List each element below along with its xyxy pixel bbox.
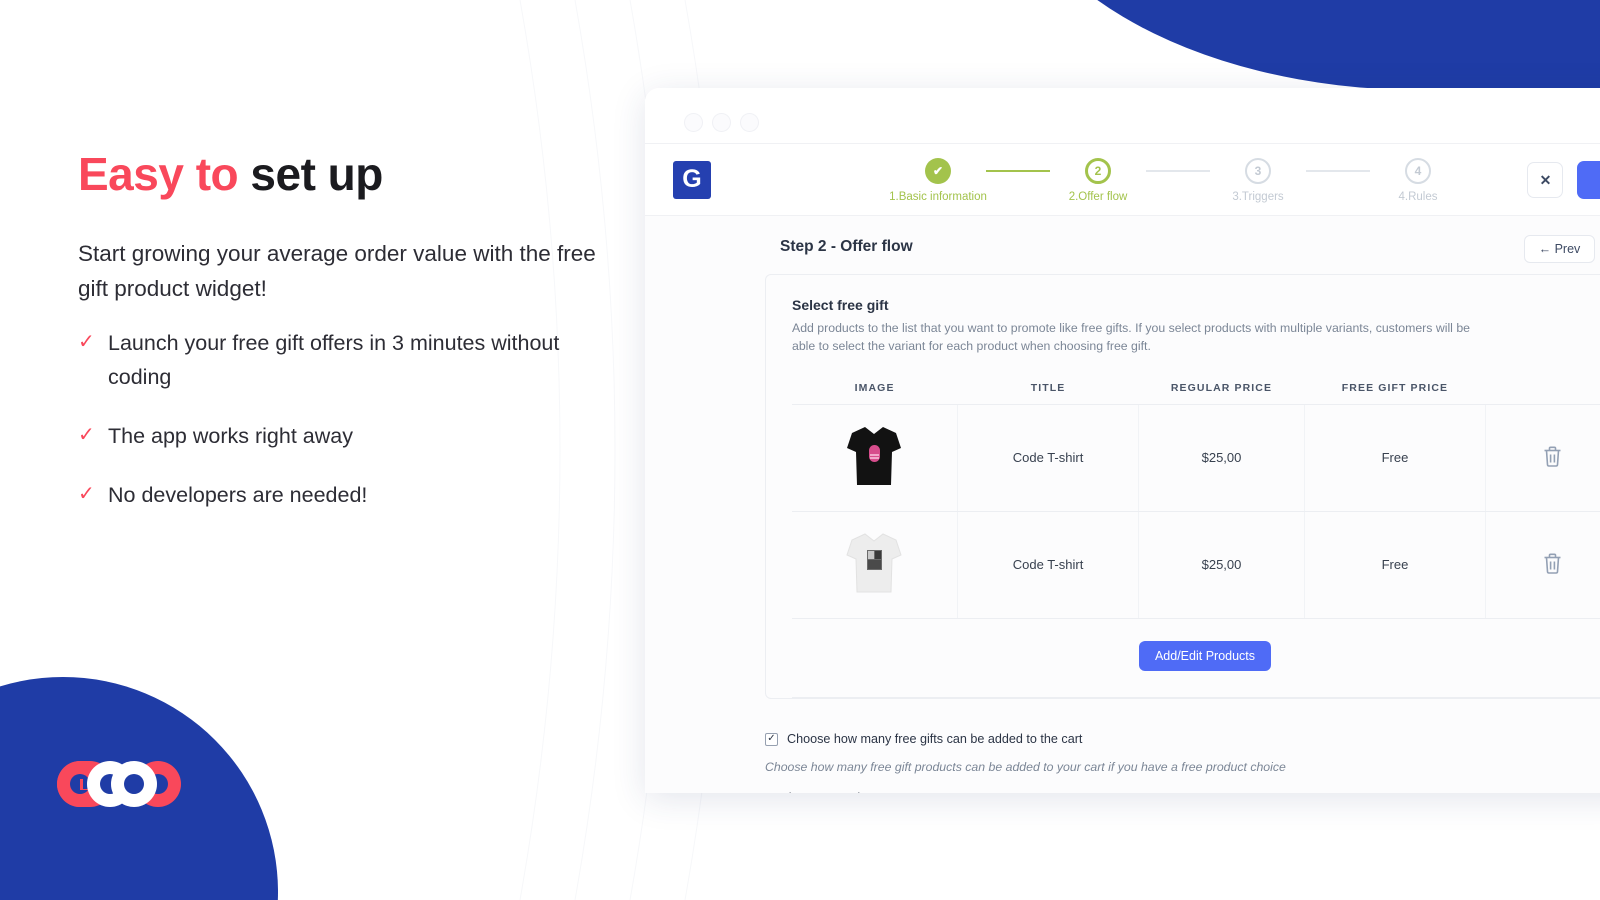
window-dot-close-icon[interactable]	[685, 114, 702, 131]
check-icon: ✓	[78, 423, 95, 446]
wizard-nav: ← Prev Next →	[1523, 235, 1600, 263]
publish-button[interactable]: Publish	[1577, 161, 1600, 199]
headline-accent: Easy to	[78, 148, 239, 200]
cell-actions	[1485, 511, 1600, 619]
cell-regular-price: $25,00	[1138, 511, 1305, 619]
checkbox-label: Choose how many free gifts can be added …	[787, 732, 1083, 746]
step-heading: Step 2 - Offer flow	[780, 238, 913, 255]
list-item: ✓ Launch your free gift offers in 3 minu…	[78, 327, 598, 395]
cell-image	[792, 404, 958, 512]
white-tshirt-icon	[844, 528, 904, 601]
stepper-connector	[1146, 170, 1210, 172]
panel-title: Select free gift	[792, 297, 889, 313]
page-title: Easy to set up	[78, 148, 383, 201]
check-icon: ✓	[78, 331, 95, 353]
gooo-logo	[50, 755, 210, 813]
cell-title: Code T-shirt	[956, 511, 1139, 619]
add-edit-products-button[interactable]: Add/Edit Products	[1138, 640, 1272, 671]
check-icon: ✓	[78, 482, 95, 505]
list-item-label: Launch your free gift offers in 3 minute…	[108, 331, 560, 389]
step-label: 1.Basic information	[889, 191, 987, 203]
app-header: G ✔ 1.Basic information 2 2.Offer flow 3…	[645, 143, 1600, 215]
list-item: ✓ No developers are needed!	[78, 479, 598, 513]
table-row: Code T-shirt $25,00 Free	[792, 511, 1600, 619]
cell-image	[792, 511, 958, 619]
select-free-gift-panel: Select free gift Add products to the lis…	[765, 274, 1600, 699]
prev-button[interactable]: ← Prev	[1523, 235, 1596, 263]
wizard-stepper: ✔ 1.Basic information 2 2.Offer flow 3 3…	[889, 158, 1466, 203]
stepper-step-1[interactable]: ✔ 1.Basic information	[889, 158, 987, 203]
step-label: 2.Offer flow	[1068, 191, 1128, 203]
table-row: Code T-shirt $25,00 Free	[792, 404, 1600, 512]
browser-window: G ✔ 1.Basic information 2 2.Offer flow 3…	[645, 88, 1600, 793]
window-dot-minimize-icon[interactable]	[713, 114, 730, 131]
panel-description: Add products to the list that you want t…	[792, 321, 1471, 354]
max-quantity-label: Maximum Quantity:	[765, 791, 1505, 793]
browser-titlebar	[645, 88, 1600, 143]
cell-free-gift-price: Free	[1303, 511, 1486, 619]
step-circle-done-icon: ✔	[925, 158, 951, 184]
table-header-row: IMAGE TITLE REGULAR PRICE FREE GIFT PRIC…	[792, 373, 1600, 405]
column-header-title: TITLE	[957, 373, 1139, 405]
column-header-free-gift-price: FREE GIFT PRICE	[1304, 373, 1486, 405]
add-products-row: Add/Edit Products	[792, 619, 1600, 698]
cell-title: Code T-shirt	[956, 404, 1139, 512]
window-dot-maximize-icon[interactable]	[741, 114, 758, 131]
stepper-step-3[interactable]: 3 3.Triggers	[1210, 158, 1306, 203]
stepper-connector	[986, 170, 1050, 172]
stepper-connector	[1306, 170, 1370, 172]
headline-rest: set up	[250, 148, 383, 200]
subheadline: Start growing your average order value w…	[78, 241, 596, 301]
option-help-text: Choose how many free gift products can b…	[765, 760, 1286, 774]
page-root: Easy to set up Start growing your averag…	[0, 0, 1600, 900]
choose-quantity-checkbox-row[interactable]: ✓ Choose how many free gifts can be adde…	[765, 732, 1505, 746]
feature-list: ✓ Launch your free gift offers in 3 minu…	[78, 327, 598, 538]
black-tshirt-icon	[844, 421, 904, 494]
stepper-step-4[interactable]: 4 4.Rules	[1370, 158, 1466, 203]
app-logo[interactable]: G	[673, 160, 711, 199]
list-item: ✓ The app works right away	[78, 420, 598, 454]
step-header-row: Step 2 - Offer flow ← Prev Next →	[645, 216, 1600, 274]
app-header-actions: ✕ Publish	[1527, 161, 1600, 199]
checkbox-checked-icon[interactable]: ✓	[765, 732, 778, 746]
step-label: 3.Triggers	[1232, 191, 1284, 203]
cell-actions	[1485, 404, 1600, 512]
delete-icon[interactable]	[1542, 445, 1563, 471]
cell-regular-price: $25,00	[1138, 404, 1305, 512]
column-header-image: IMAGE	[792, 373, 958, 405]
column-header-actions	[1485, 373, 1600, 405]
app-content: Step 2 - Offer flow ← Prev Next → Select…	[645, 215, 1600, 793]
step-label: 4.Rules	[1398, 191, 1438, 203]
free-gift-quantity-options: ✓ Choose how many free gifts can be adde…	[765, 732, 1505, 793]
list-item-label: The app works right away	[108, 423, 353, 448]
cell-free-gift-price: Free	[1303, 404, 1486, 512]
delete-icon[interactable]	[1542, 552, 1563, 578]
step-circle-current: 2	[1085, 158, 1111, 184]
close-button[interactable]: ✕	[1527, 162, 1564, 198]
stepper-step-2[interactable]: 2 2.Offer flow	[1050, 158, 1146, 203]
free-gift-table: IMAGE TITLE REGULAR PRICE FREE GIFT PRIC…	[792, 373, 1600, 619]
column-header-regular-price: REGULAR PRICE	[1138, 373, 1305, 405]
list-item-label: No developers are needed!	[108, 482, 368, 507]
step-circle-todo: 4	[1405, 158, 1431, 184]
step-circle-todo: 3	[1245, 158, 1271, 184]
